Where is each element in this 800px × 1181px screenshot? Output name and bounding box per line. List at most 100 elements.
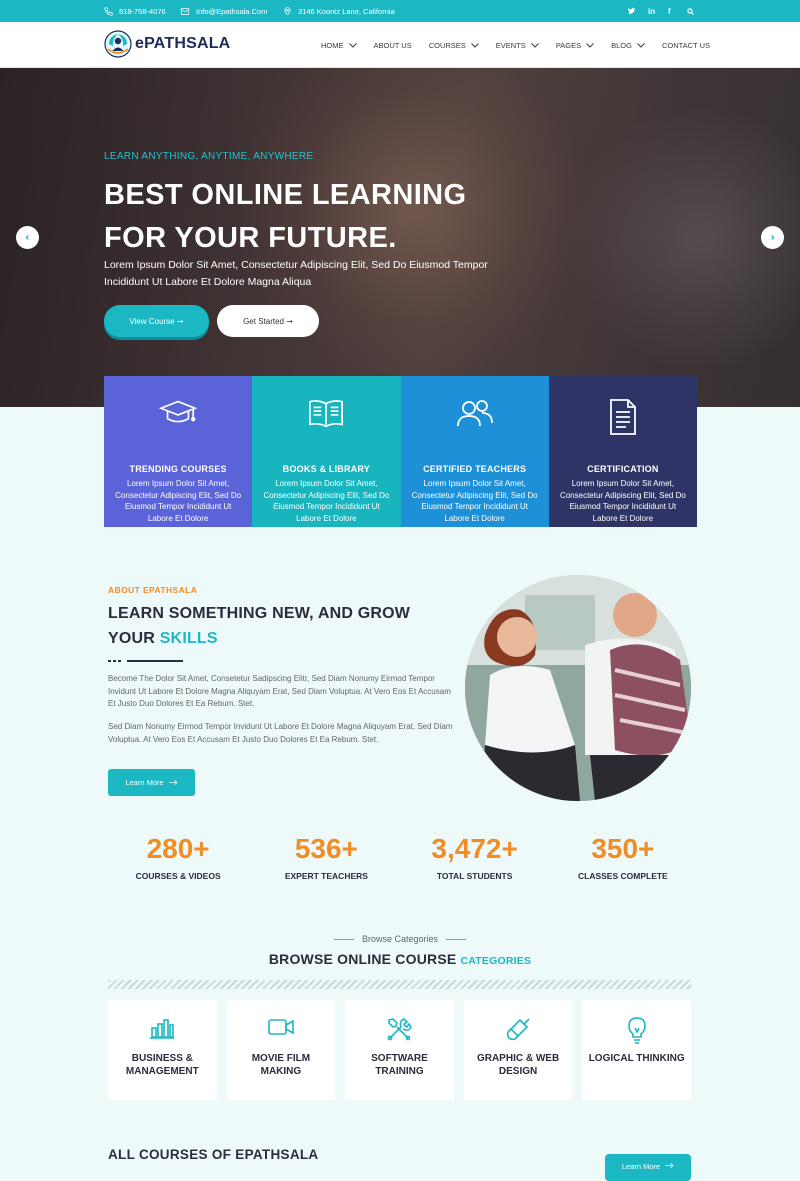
view-course-button[interactable]: View Course ➞: [104, 305, 209, 337]
nav-item-label: HOME: [321, 40, 344, 50]
categories-title-highlight: CATEGORIES: [460, 955, 532, 967]
nav-item-about-us[interactable]: ABOUT US: [374, 41, 412, 50]
about-subtitle: ABOUT EPATHSALA: [108, 585, 198, 595]
nav-item-pages[interactable]: PAGES: [556, 41, 594, 50]
nav-item-label: ABOUT US: [373, 40, 412, 50]
category-business-management[interactable]: BUSINESS & MANAGEMENT: [108, 1000, 217, 1100]
arrow-right-icon: [169, 779, 178, 786]
linkedin-icon: in: [648, 6, 656, 16]
category-label: MOVIE FILM MAKING: [251, 1053, 311, 1077]
students-photo: [465, 575, 691, 801]
feature-certification[interactable]: CERTIFICATION Lorem Ipsum Dolor Sit Amet…: [548, 376, 697, 527]
about-paragraph-2: Sed Diam Nonumy Eirmod Tempor Invidunt U…: [108, 722, 453, 744]
stat-value: 536+: [294, 833, 358, 864]
stat-label: COURSES & VIDEOS: [135, 871, 221, 881]
slider-next-button[interactable]: [761, 226, 784, 249]
about-learn-more-button[interactable]: Learn More: [108, 769, 195, 796]
feature-trending-courses[interactable]: TRENDING COURSES Lorem Ipsum Dolor Sit A…: [104, 376, 253, 527]
search-icon: [687, 7, 694, 15]
category-graphic-web-design[interactable]: GRAPHIC & WEB DESIGN: [463, 1000, 573, 1100]
email-text: Info@Epathsala.Com: [196, 6, 268, 16]
nav-item-blog[interactable]: BLOG: [611, 41, 645, 50]
graduation-cap-icon: [159, 400, 198, 423]
nav-item-label: BLOG: [611, 40, 632, 50]
email-contact[interactable]: Info@Epathsala.Com: [180, 0, 267, 22]
feature-title: CERTIFICATION: [587, 464, 659, 474]
all-courses-learn-more-button[interactable]: Learn More: [605, 1154, 691, 1181]
hero-title: BEST ONLINE LEARNING FOR YOUR FUTURE.: [104, 179, 467, 254]
nav-item-contact-us[interactable]: CONTACT US: [662, 41, 710, 50]
bar-chart-icon: [150, 1019, 175, 1039]
feature-title: TRENDING COURSES: [129, 464, 227, 474]
category-movie-film-making[interactable]: MOVIE FILM MAKING: [226, 1000, 336, 1100]
get-started-button[interactable]: Get Started ➞: [217, 305, 319, 337]
stat-value: 280+: [146, 833, 210, 864]
categories-kicker-text: Browse Categories: [361, 934, 439, 944]
stat-teachers: 536+ EXPERT TEACHERS: [252, 830, 400, 881]
brand-name: ePATHSALA: [135, 35, 231, 52]
phone-contact[interactable]: 818-758-4076: [104, 0, 166, 22]
category-software-training[interactable]: SOFTWARE TRAINING: [345, 1000, 454, 1100]
logo-emblem-icon: [104, 30, 132, 58]
nav-item-courses[interactable]: COURSES: [429, 41, 479, 50]
search-link[interactable]: [687, 0, 694, 22]
users-icon: [456, 400, 493, 427]
stats-row: 280+ COURSES & VIDEOS 536+ EXPERT TEACHE…: [104, 830, 697, 881]
hero-slider: LEARN ANYTHING, ANYTIME, ANYWHERE BEST O…: [0, 68, 800, 407]
arrow-right-icon: [665, 1162, 674, 1169]
chevron-right-icon: [771, 235, 775, 240]
twitter-link[interactable]: [627, 0, 636, 22]
phone-icon: [104, 6, 113, 16]
about-paragraph-1: Become The Dolor Sit Amet, Consetetur Sa…: [108, 674, 451, 708]
category-label: SOFTWARE TRAINING: [371, 1053, 428, 1077]
nav-item-label: EVENTS: [495, 40, 526, 50]
feature-text: Lorem Ipsum Dolor Sit Amet, Consectetur …: [115, 479, 242, 524]
chevron-left-icon: [25, 235, 29, 240]
feature-text: Lorem Ipsum Dolor Sit Amet, Consectetur …: [411, 479, 538, 524]
twitter-icon: [627, 7, 636, 14]
address-contact: 3146 Koontz Lane, California: [283, 0, 395, 22]
hero-description: Lorem Ipsum Dolor Sit Amet, Consectetur …: [104, 259, 488, 288]
stat-students: 3,472+ TOTAL STUDENTS: [401, 830, 549, 881]
mail-icon: [180, 7, 190, 15]
categories-title-main: BROWSE ONLINE COURSE: [268, 951, 457, 967]
paint-brush-icon: [506, 1018, 530, 1041]
feature-boxes: TRENDING COURSES Lorem Ipsum Dolor Sit A…: [104, 376, 697, 527]
chevron-down-icon: [348, 42, 357, 48]
stat-value: 350+: [591, 833, 655, 864]
location-pin-icon: [284, 7, 291, 16]
book-icon: [309, 400, 344, 428]
document-icon: [609, 399, 636, 435]
stat-label: CLASSES COMPLETE: [578, 871, 668, 881]
stat-value: 3,472+: [431, 833, 518, 864]
about-heading-highlight: SKILLS: [159, 630, 218, 647]
students-illustration: [465, 575, 691, 801]
category-cards: BUSINESS & MANAGEMENT MOVIE FILM MAKING …: [108, 1000, 691, 1100]
facebook-link[interactable]: f: [668, 0, 671, 22]
category-label: BUSINESS & MANAGEMENT: [125, 1053, 199, 1077]
tools-icon: [388, 1018, 413, 1041]
main-navigation: ePATHSALA HOME ABOUT US COURSES EVENTS PAGES…: [0, 22, 800, 68]
stat-label: EXPERT TEACHERS: [284, 871, 368, 881]
all-courses-title: ALL COURSES OF EPATHSALA: [108, 1147, 319, 1162]
categories-title: BROWSE ONLINE COURSE CATEGORIES: [0, 951, 800, 967]
nav-item-label: CONTACT US: [661, 40, 711, 50]
category-logical-thinking[interactable]: LOGICAL THINKING: [582, 1000, 691, 1100]
feature-books-library[interactable]: BOOKS & LIBRARY Lorem Ipsum Dolor Sit Am…: [252, 376, 401, 527]
nav-menu: HOME ABOUT US COURSES EVENTS PAGES BLOG CONTAC…: [321, 22, 710, 68]
site-logo[interactable]: ePATHSALA: [104, 30, 230, 58]
lightbulb-icon: [627, 1017, 646, 1044]
feature-title: BOOKS & LIBRARY: [282, 464, 370, 474]
nav-item-label: COURSES: [428, 40, 466, 50]
top-bar: 818-758-4076 Info@Epathsala.Com 3146 Koo…: [0, 0, 800, 22]
nav-item-home[interactable]: HOME: [321, 41, 357, 50]
feature-text: Lorem Ipsum Dolor Sit Amet, Consectetur …: [263, 479, 390, 524]
linkedin-link[interactable]: in: [648, 0, 655, 22]
feature-certified-teachers[interactable]: CERTIFIED TEACHERS Lorem Ipsum Dolor Sit…: [400, 376, 549, 527]
nav-item-events[interactable]: EVENTS: [496, 41, 539, 50]
stat-courses: 280+ COURSES & VIDEOS: [104, 830, 252, 881]
chevron-down-icon: [470, 42, 479, 48]
slider-prev-button[interactable]: [16, 226, 39, 249]
facebook-icon: f: [668, 6, 671, 16]
hero-tagline: LEARN ANYTHING, ANYTIME, ANYWHERE: [104, 151, 314, 162]
